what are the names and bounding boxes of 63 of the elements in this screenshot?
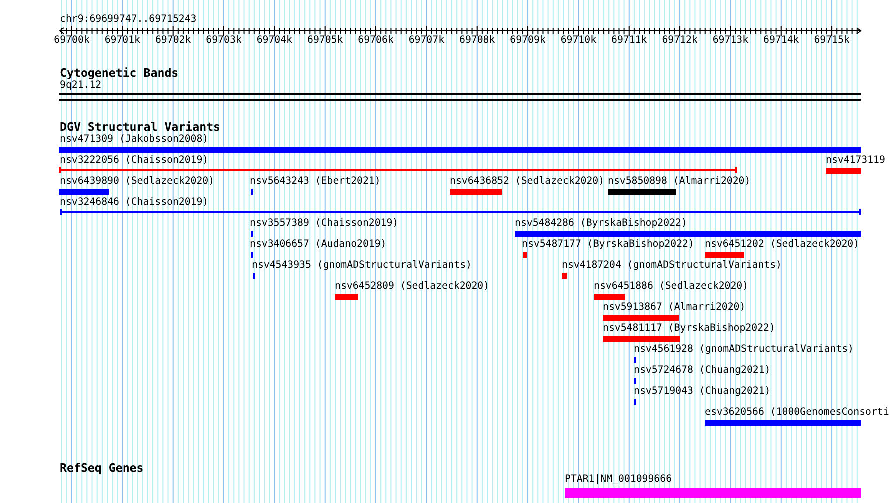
- feature-bar[interactable]: [603, 336, 680, 342]
- ruler-label: 69703k: [206, 35, 242, 46]
- ruler-label: 69713k: [712, 35, 749, 46]
- feature-bar[interactable]: [594, 294, 625, 300]
- feature-line[interactable]: [59, 167, 737, 173]
- feature-bar[interactable]: [523, 252, 527, 258]
- feature-label: nsv6451202 (Sedlazeck2020): [705, 239, 860, 250]
- ruler-label: 69707k: [408, 35, 445, 46]
- feature-bar[interactable]: [59, 147, 861, 153]
- ruler-label: 69705k: [308, 35, 344, 46]
- feature-label: nsv5913867 (Almarri2020): [603, 302, 746, 313]
- feature-label: nsv3222056 (Chaisson2019): [60, 155, 209, 166]
- feature-label: nsv3557389 (Chaisson2019): [250, 218, 399, 229]
- feature-line[interactable]: [60, 209, 861, 215]
- feature-bar[interactable]: [450, 189, 502, 195]
- ruler-label: 69715k: [814, 35, 850, 46]
- feature-label: nsv4173119: [826, 155, 886, 166]
- feature-label: nsv5643243 (Ebert2021): [250, 176, 381, 187]
- feature-label: nsv4561928 (gnomADStructuralVariants): [634, 344, 854, 355]
- feature-label: nsv3406657 (Audano2019): [250, 239, 387, 250]
- feature-label: PTAR1|NM_001099666: [565, 474, 672, 485]
- feature-label: nsv5724678 (Chuang2021): [634, 365, 771, 376]
- ruler-label: 69709k: [510, 35, 546, 46]
- ruler-label: 69710k: [560, 35, 597, 46]
- feature-bar[interactable]: [603, 315, 679, 321]
- feature-label: nsv6439890 (Sedlazeck2020): [60, 176, 215, 187]
- track-title: RefSeq Genes: [60, 462, 144, 474]
- ruler-label: 69704k: [256, 35, 292, 46]
- feature-label: nsv5487177 (ByrskaBishop2022): [522, 239, 694, 250]
- feature-label: nsv6436852 (Sedlazeck2020): [450, 176, 605, 187]
- ruler-label: 69711k: [612, 35, 648, 46]
- feature-label: nsv5719043 (Chuang2021): [634, 386, 771, 397]
- feature-label: nsv3246846 (Chaisson2019): [60, 197, 209, 208]
- feature-label: nsv5850898 (Almarri2020): [608, 176, 751, 187]
- feature-bar[interactable]: [515, 231, 861, 237]
- feature-bar[interactable]: [59, 189, 109, 195]
- feature-bar[interactable]: [562, 273, 567, 279]
- ruler-label: 69708k: [460, 35, 496, 46]
- feature-label: nsv4543935 (gnomADStructuralVariants): [252, 260, 472, 271]
- feature-label: nsv6452809 (Sedlazeck2020): [335, 281, 490, 292]
- gene-bar[interactable]: [565, 488, 861, 498]
- feature-bar[interactable]: [705, 252, 744, 258]
- feature-label: nsv6451886 (Sedlazeck2020): [594, 281, 749, 292]
- feature-bar[interactable]: [826, 168, 861, 174]
- location-label: chr9:69699747..69715243: [60, 14, 197, 25]
- feature-label: nsv4187204 (gnomADStructuralVariants): [562, 260, 782, 271]
- feature-bar[interactable]: [608, 189, 676, 195]
- ruler-label: 69714k: [764, 35, 800, 46]
- feature-label: 9q21.12: [60, 80, 102, 91]
- track-title: DGV Structural Variants: [60, 121, 221, 133]
- ruler-label: 69706k: [358, 35, 394, 46]
- feature-label: nsv5484286 (ByrskaBishop2022): [515, 218, 688, 229]
- feature-label: nsv5481117 (ByrskaBishop2022): [603, 323, 776, 334]
- ruler-label: 69702k: [156, 35, 192, 46]
- track-title: Cytogenetic Bands: [60, 67, 179, 79]
- feature-bar[interactable]: [335, 294, 358, 300]
- ruler-label: 69712k: [662, 35, 698, 46]
- ruler-label: 69700k: [54, 35, 90, 46]
- ruler-label: 69701k: [104, 35, 140, 46]
- feature-bar[interactable]: [705, 420, 861, 426]
- feature-label: esv3620566 (1000GenomesConsorti: [705, 407, 890, 418]
- band-outline[interactable]: [59, 93, 861, 101]
- feature-label: nsv471309 (Jakobsson2008): [60, 134, 209, 145]
